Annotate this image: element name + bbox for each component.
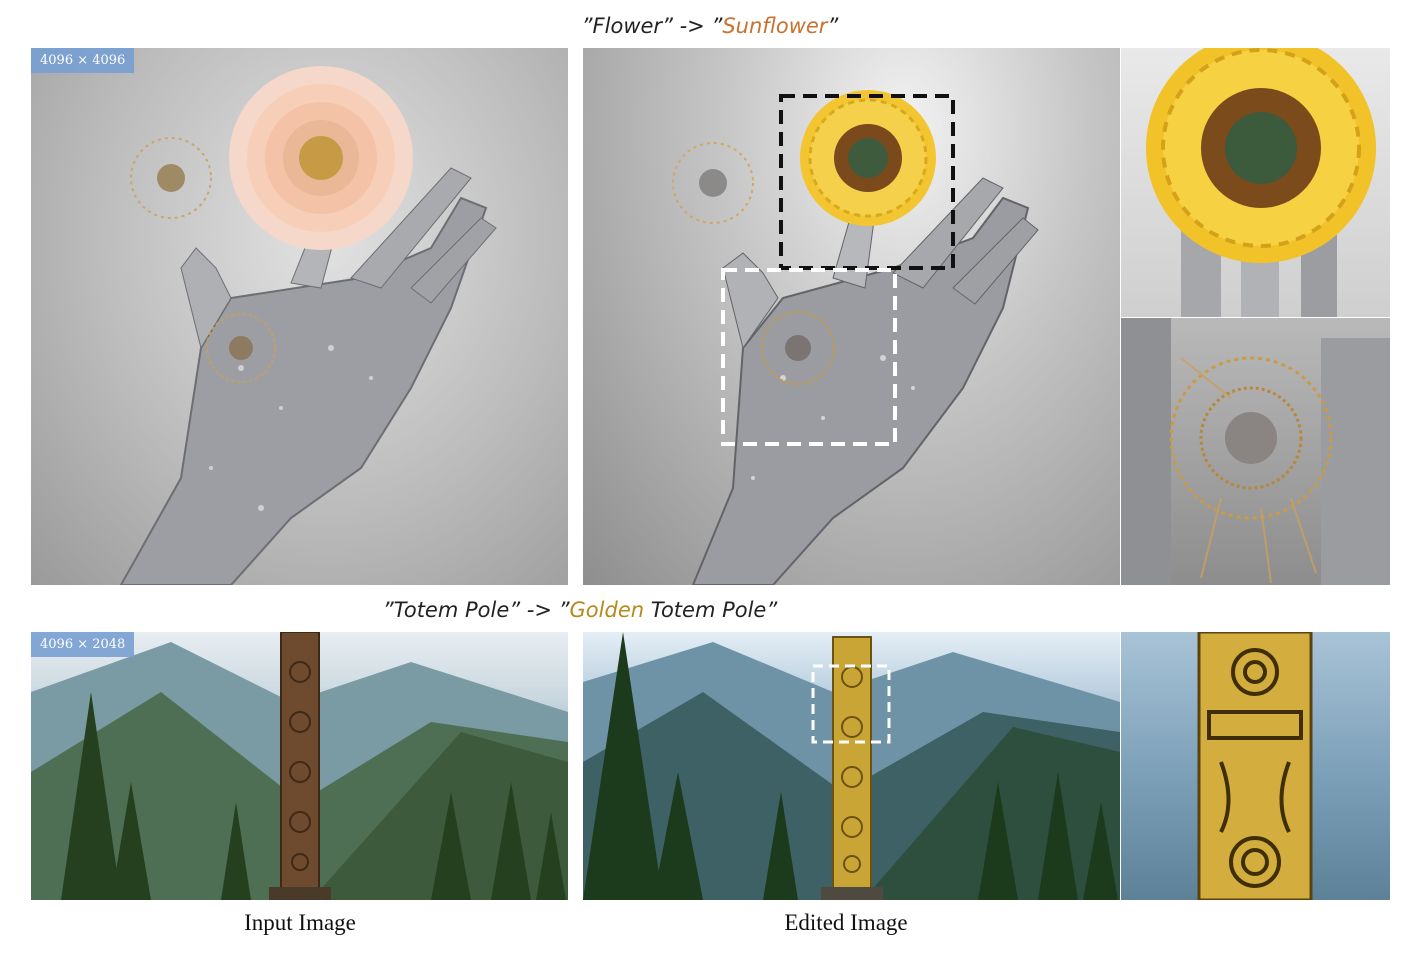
zoom-crop-wisps	[1121, 318, 1390, 585]
hand-flower-illustration	[119, 66, 497, 585]
edited-image-hand	[583, 48, 1120, 585]
label-edited-image: Edited Image	[784, 910, 908, 935]
label-input-image: Input Image	[244, 910, 356, 935]
prompt-suffix: ”	[827, 14, 839, 38]
edit-prompt-totem: ”Totem Pole” -> ”Golden Totem Pole”	[0, 598, 1160, 622]
resolution-badge: 4096 × 2048	[31, 632, 135, 657]
prompt-highlight: Golden	[569, 598, 645, 622]
input-image-hand: 4096 × 4096	[31, 48, 568, 585]
prompt-prefix: ”Totem Pole” -> ”	[382, 598, 570, 622]
prompt-highlight: Sunflower	[722, 14, 828, 38]
zoom-crop-sunflower	[1121, 48, 1390, 317]
edit-prompt-flower: ”Flower” -> ”Sunflower”	[0, 14, 1420, 38]
hand-sunflower-illustration	[672, 90, 1039, 585]
prompt-suffix: Totem Pole”	[644, 598, 778, 622]
edited-image-totem	[583, 632, 1120, 900]
prompt-prefix: ”Flower” -> ”	[581, 14, 723, 38]
resolution-badge: 4096 × 4096	[31, 48, 135, 73]
zoom-crop-totem	[1121, 632, 1390, 900]
input-image-totem: 4096 × 2048	[31, 632, 568, 900]
